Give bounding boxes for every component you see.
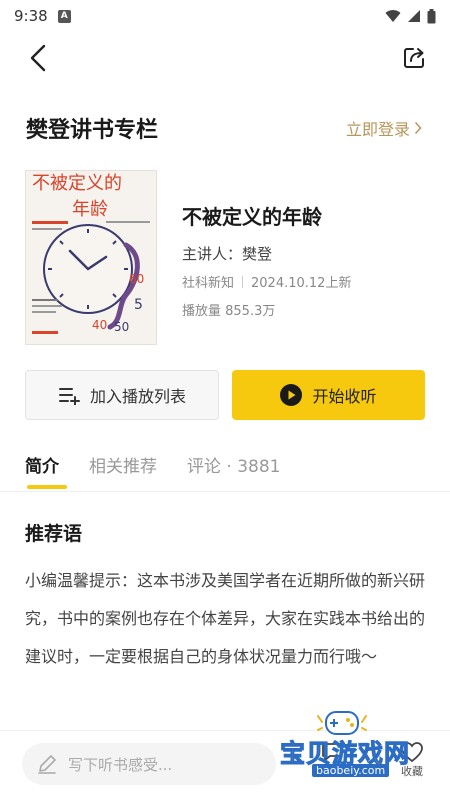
svg-text:60: 60 [129,272,144,286]
meta-divider [242,275,244,288]
top-nav [0,36,450,80]
add-to-playlist-label: 加入播放列表 [89,387,186,406]
login-link[interactable]: 立即登录 [346,116,422,140]
tab-comments[interactable]: 评论 · 3881 [187,452,280,477]
book-title: 不被定义的年龄 [182,205,322,229]
battery-icon [427,8,436,23]
chevron-right-icon [414,121,422,135]
status-time: 9:38 [14,7,48,25]
cover-title-line2: 年龄 [72,199,108,220]
recommendation-text: 小编温馨提示：这本书涉及美国学者在近期所做的新兴研究，书中的案例也存在个体差异，… [25,571,426,666]
play-icon [280,384,303,406]
wifi-icon [385,10,401,22]
status-bar: 9:38 A [0,0,450,32]
login-link-label: 立即登录 [345,120,410,139]
site-watermark: 宝贝游戏网 baobeiy.com [272,706,422,784]
pencil-icon [38,755,56,774]
tab-recommendations[interactable]: 相关推荐 [89,452,157,477]
svg-text:50: 50 [114,320,129,334]
signal-icon [408,10,420,22]
book-date: 2024.10.12上新 [251,276,352,291]
book-cover[interactable]: 60 5 40 50 不被定义的 年龄 [25,170,157,345]
back-button[interactable] [20,40,56,76]
comment-input[interactable]: 写下听书感受... [22,743,276,785]
recommendation-heading: 推荐语 [25,523,83,545]
start-listening-button[interactable]: 开始收听 [232,370,425,420]
book-meta: 社科新知 2024.10.12上新 [182,272,351,291]
column-title: 樊登讲书专栏 [26,118,159,143]
detail-tabs: 简介 相关推荐 评论 · 3881 [25,452,280,477]
active-tab-indicator [27,485,67,489]
svg-text:5: 5 [134,297,143,313]
app-notification-icon: A [57,9,71,23]
presenter: 主讲人：樊登 [182,245,273,263]
share-icon [404,48,424,68]
chevron-left-icon [30,44,46,72]
play-count: 播放量 855.3万 [182,304,276,319]
tabs-divider [0,491,450,492]
playlist-add-icon [58,388,80,405]
tab-intro[interactable]: 简介 [25,452,59,477]
book-category: 社科新知 [182,276,235,291]
start-listening-label: 开始收听 [312,387,377,406]
svg-text:40: 40 [92,318,107,332]
add-to-playlist-button[interactable]: 加入播放列表 [25,370,219,420]
comment-placeholder: 写下听书感受... [68,755,173,774]
cover-title: 不被定义的 [32,173,122,194]
share-button[interactable] [398,42,430,74]
status-indicators [385,8,436,24]
watermark-url: baobeiy.com [312,764,390,777]
